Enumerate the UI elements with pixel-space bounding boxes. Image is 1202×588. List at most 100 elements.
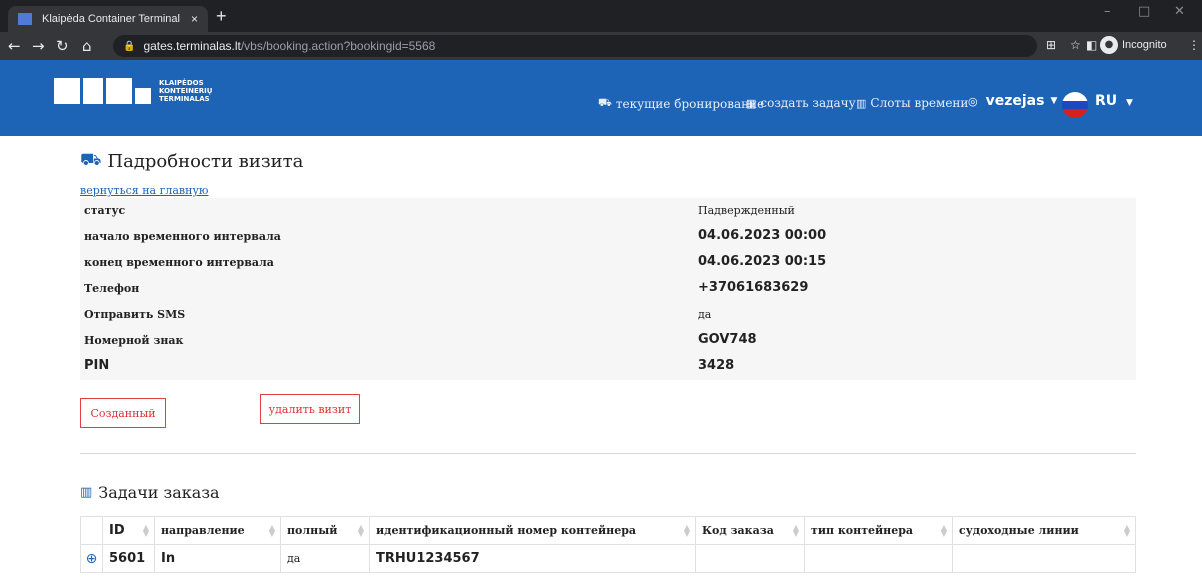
incognito-indicator[interactable]: ● Incognito <box>1100 36 1167 54</box>
column-header <box>80 516 103 545</box>
incognito-icon: ● <box>1100 36 1118 54</box>
detail-row-start: начало временного интервала 04.06.2023 0… <box>80 224 1136 250</box>
bookmark-star-icon[interactable]: ☆ <box>1070 38 1081 52</box>
incognito-label: Incognito <box>1122 39 1167 51</box>
detail-value: 3428 <box>698 358 735 373</box>
divider <box>80 453 1136 454</box>
cell-id: 5601 <box>102 544 155 573</box>
detail-key: Номерной знак <box>84 334 184 347</box>
cell-container-id: TRHU1234567 <box>369 544 696 573</box>
tasks-table: ID ▲ ▼ направление ▲ ▼ полный ▲ ▼ идентификаци… <box>80 516 1136 573</box>
sort-icon[interactable]: ▲ ▼ <box>684 524 690 538</box>
detail-value: да <box>698 308 712 321</box>
nav-time-slots[interactable]: ▥ Слоты времени <box>856 96 968 110</box>
nav-create-task[interactable]: ▦ создать задачу <box>746 96 856 110</box>
user-menu[interactable]: ◎ vezejas ▼ <box>968 93 1061 109</box>
nav-current-bookings[interactable]: ⛟ текущие бронирование <box>598 96 764 111</box>
detail-row-status: статус Падвержденный <box>80 198 1136 224</box>
nav-label: Слоты времени <box>870 96 969 110</box>
language-label: RU <box>1095 93 1118 109</box>
detail-value: Падвержденный <box>698 204 795 217</box>
detail-row-end: конец временного интервала 04.06.2023 00… <box>80 250 1136 276</box>
detail-key: Телефон <box>84 282 140 295</box>
site-logo[interactable]: KLAIPĖDOS KONTEINERIŲ TERMINALAS <box>54 78 212 104</box>
forward-arrow-icon[interactable]: → <box>32 37 45 55</box>
detail-row-phone: Телефон +37061683629 <box>80 276 1136 302</box>
cell-shipping-line <box>952 544 1136 573</box>
tasks-title-text: Задачи заказа <box>98 483 220 502</box>
address-bar[interactable]: 🔒 gates.terminalas.lt /vbs/booking.actio… <box>113 35 1037 57</box>
detail-key: PIN <box>84 358 110 373</box>
new-tab-button[interactable]: + <box>216 6 227 27</box>
url-path: /vbs/booking.action?bookingid=5568 <box>240 39 436 53</box>
truck-icon: ⛟ <box>80 150 102 170</box>
truck-icon: ⛟ <box>598 96 612 109</box>
minimize-window-icon[interactable]: – <box>1104 4 1111 19</box>
detail-key: конец временного интервала <box>84 256 274 269</box>
caret-down-icon: ▼ <box>1050 96 1058 106</box>
column-header-container-id[interactable]: идентификационный номер контейнера ▲ ▼ <box>369 516 696 545</box>
language-select[interactable]: RU ▼ <box>1095 93 1133 109</box>
sort-icon[interactable]: ▲ ▼ <box>269 524 275 538</box>
delete-visit-button[interactable]: удалить визит <box>260 394 360 424</box>
sort-icon[interactable]: ▲ ▼ <box>941 524 947 538</box>
tasks-section-title: ▥ Задачи заказа <box>80 483 220 502</box>
cell-container-type <box>804 544 953 573</box>
detail-value: GOV748 <box>698 332 757 347</box>
nav-label: текущие бронирование <box>615 96 765 111</box>
maximize-window-icon[interactable]: □ <box>1138 4 1150 19</box>
site-header: KLAIPĖDOS KONTEINERIŲ TERMINALAS ⛟ текущ… <box>0 60 1202 136</box>
caret-down-icon: ▼ <box>1126 98 1133 108</box>
column-header-direction[interactable]: направление ▲ ▼ <box>154 516 281 545</box>
logo-mark-icon <box>54 78 151 104</box>
detail-value: 04.06.2023 00:00 <box>698 228 827 243</box>
browser-tab[interactable]: Klaipėda Container Terminal × <box>8 6 208 32</box>
sort-icon[interactable]: ▲ ▼ <box>1124 524 1130 538</box>
russian-flag-icon[interactable] <box>1062 92 1088 118</box>
zoom-in-icon[interactable]: ⊕ <box>80 544 103 573</box>
detail-value: 04.06.2023 00:15 <box>698 254 827 269</box>
detail-row-pin: PIN 3428 <box>80 354 1136 380</box>
table-row: ⊕ 5601 In да TRHU1234567 <box>80 544 1136 573</box>
detail-key: Отправить SMS <box>84 308 186 321</box>
back-to-home-link[interactable]: вернуться на главную <box>80 184 209 197</box>
detail-row-sms: Отправить SMS да <box>80 302 1136 328</box>
column-header-id[interactable]: ID ▲ ▼ <box>102 516 155 545</box>
browser-tab-bar: Klaipėda Container Terminal × + – □ ✕ <box>0 0 1202 32</box>
column-header-order-code[interactable]: Код заказа ▲ ▼ <box>695 516 805 545</box>
username: vezejas <box>985 93 1045 109</box>
page-title: ⛟ Падробности визита <box>80 150 303 172</box>
column-header-full[interactable]: полный ▲ ▼ <box>280 516 370 545</box>
logo-text: KLAIPĖDOS KONTEINERIŲ TERMINALAS <box>159 79 213 103</box>
close-window-icon[interactable]: ✕ <box>1174 4 1185 19</box>
column-header-shipping-lines[interactable]: судоходные линии ▲ ▼ <box>952 516 1136 545</box>
detail-row-plate: Номерной знак GOV748 <box>80 328 1136 354</box>
nav-label: создать задачу <box>760 96 856 110</box>
sort-icon[interactable]: ▲ ▼ <box>143 524 149 538</box>
browser-toolbar: ← → ↻ ⌂ 🔒 gates.terminalas.lt /vbs/booki… <box>0 32 1202 60</box>
clock-icon: ▥ <box>856 96 867 110</box>
translate-icon[interactable]: ⊞ <box>1046 38 1056 52</box>
column-header-container-type[interactable]: тип контейнера ▲ ▼ <box>804 516 953 545</box>
home-icon[interactable]: ⌂ <box>82 37 92 55</box>
cell-order-code <box>695 544 805 573</box>
calendar-icon: ▦ <box>746 96 757 110</box>
sort-icon[interactable]: ▲ ▼ <box>793 524 799 538</box>
reload-icon[interactable]: ↻ <box>56 37 69 55</box>
menu-dots-icon[interactable]: ⋮ <box>1188 38 1200 52</box>
url-host: gates.terminalas.lt <box>143 39 241 53</box>
cell-full: да <box>280 544 370 573</box>
barcode-icon: ▥ <box>80 485 93 500</box>
sort-icon[interactable]: ▲ ▼ <box>358 524 364 538</box>
favicon-icon <box>18 13 32 25</box>
back-arrow-icon[interactable]: ← <box>8 37 21 55</box>
status-created-button[interactable]: Созданный <box>80 398 166 428</box>
page-title-text: Падробности визита <box>107 150 304 172</box>
tab-close-icon[interactable]: × <box>191 12 198 26</box>
tab-title: Klaipėda Container Terminal <box>42 13 180 25</box>
sidepanel-icon[interactable]: ◧ <box>1086 38 1097 52</box>
user-icon: ◎ <box>968 94 978 108</box>
visit-details: статус Падвержденный начало временного и… <box>80 198 1136 380</box>
detail-key: начало временного интервала <box>84 230 281 243</box>
detail-key: статус <box>84 204 126 217</box>
